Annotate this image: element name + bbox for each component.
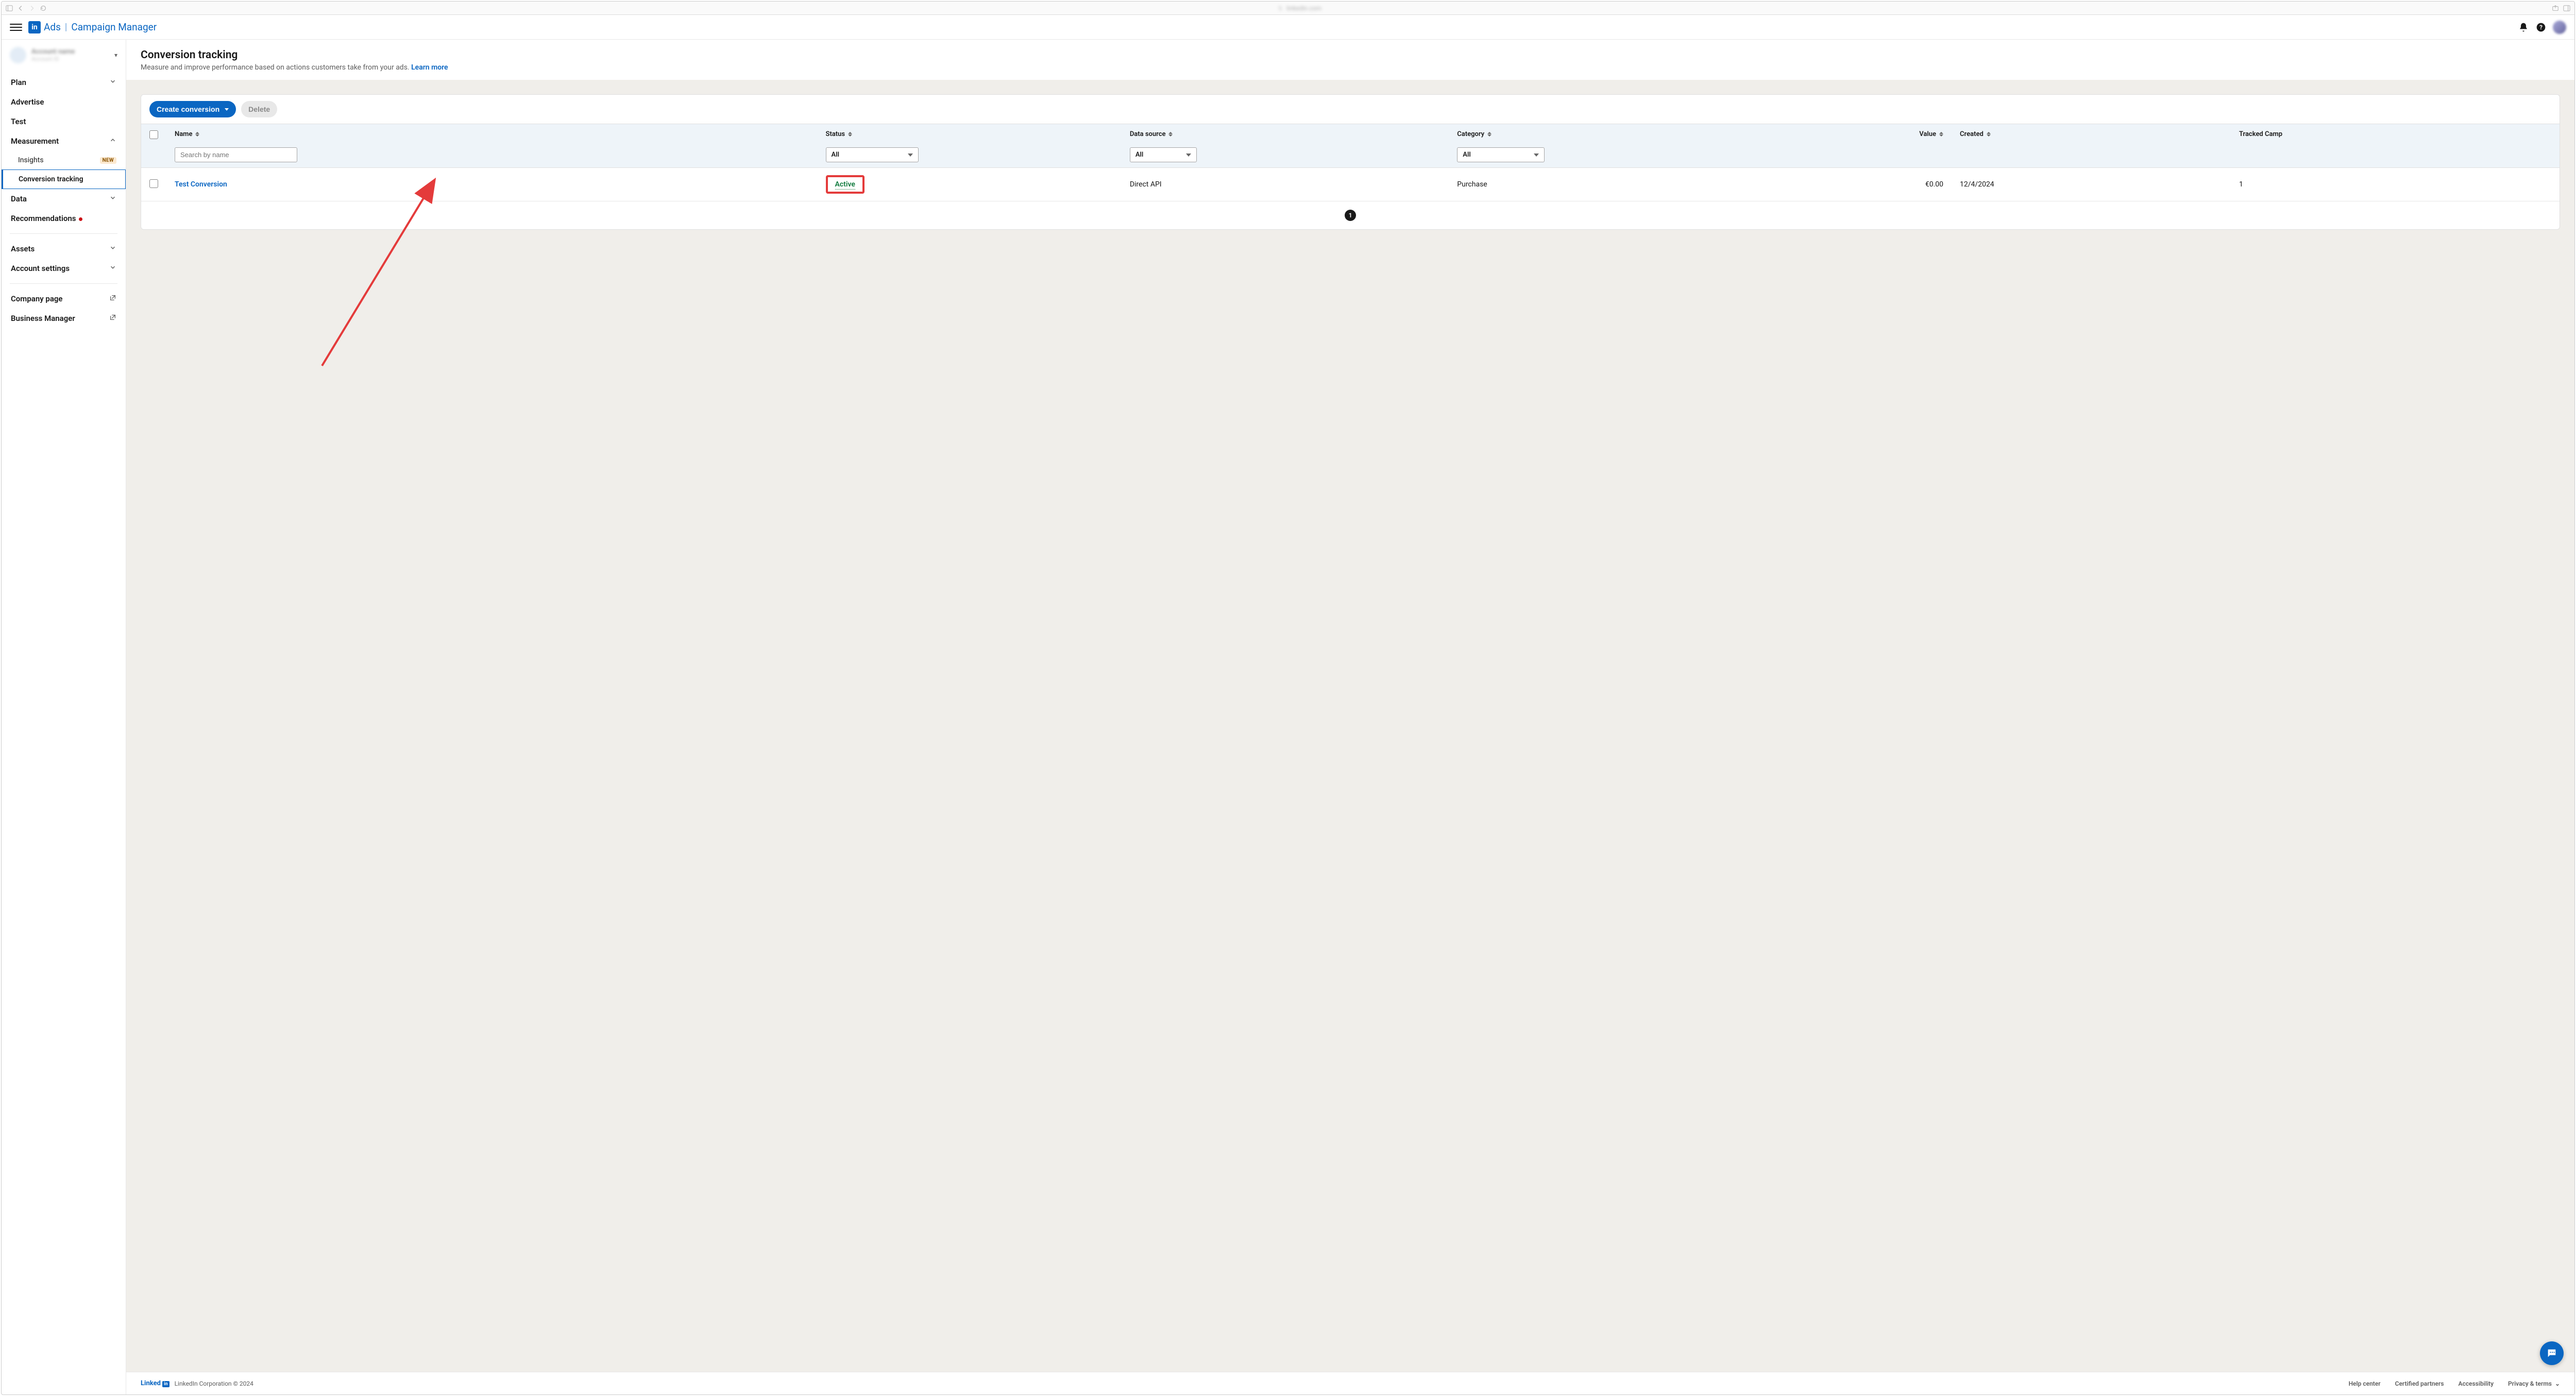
caret-down-icon — [1534, 154, 1539, 157]
value-amount: €0.00 — [1925, 180, 1943, 189]
footer-help-link[interactable]: Help center — [2349, 1380, 2381, 1387]
sidebar-item-measurement[interactable]: Measurement — [2, 131, 126, 151]
page-subtitle: Measure and improve performance based on… — [141, 63, 2560, 72]
account-switcher[interactable]: Account name Account ID ▾ — [2, 40, 126, 71]
col-created[interactable]: Created — [1960, 130, 1984, 138]
sidebar-item-plan[interactable]: Plan — [2, 73, 126, 92]
create-conversion-button[interactable]: Create conversion — [149, 101, 236, 117]
col-name[interactable]: Name — [175, 130, 192, 138]
svg-text:?: ? — [2539, 24, 2543, 31]
account-avatar — [10, 47, 26, 63]
sidebar-item-assets[interactable]: Assets — [2, 239, 126, 259]
footer-logo: Linked in — [141, 1380, 170, 1387]
back-icon[interactable] — [17, 5, 24, 12]
sidebar-item-company-page[interactable]: Company page — [2, 289, 126, 309]
profile-avatar[interactable] — [2553, 21, 2566, 34]
footer: Linked in LinkedIn Corporation © 2024 He… — [126, 1372, 2574, 1394]
share-icon[interactable] — [2552, 5, 2559, 12]
browser-toolbar: linkedin.com — [2, 2, 2574, 15]
status-filter-select[interactable]: All — [826, 147, 919, 162]
external-link-icon — [109, 294, 116, 303]
footer-partners-link[interactable]: Certified partners — [2395, 1380, 2444, 1387]
sidebar-item-insights[interactable]: Insights NEW — [2, 151, 126, 169]
table-row: Test Conversion Active Direct API Purcha… — [141, 168, 2560, 201]
search-name-input[interactable] — [175, 147, 297, 162]
sidebar: Account name Account ID ▾ Plan Advertise… — [2, 40, 126, 1394]
logo-ads: Ads — [44, 21, 61, 33]
browser-url: linkedin.com — [1277, 5, 1321, 12]
content-header: Conversion tracking Measure and improve … — [126, 40, 2574, 80]
sort-icon[interactable] — [1939, 132, 1943, 137]
app-logo[interactable]: in Ads | Campaign Manager — [28, 21, 157, 33]
chevron-down-icon — [109, 244, 116, 253]
conversions-panel: Create conversion Delete Name — [141, 94, 2560, 230]
col-status[interactable]: Status — [826, 130, 845, 138]
sidebar-toggle-icon[interactable] — [6, 5, 13, 12]
footer-accessibility-link[interactable]: Accessibility — [2459, 1380, 2494, 1387]
chevron-down-icon: ⌄ — [2555, 1380, 2560, 1387]
caret-down-icon — [225, 108, 229, 111]
sidebar-item-conversion-tracking[interactable]: Conversion tracking — [2, 169, 126, 189]
reload-icon[interactable] — [40, 5, 47, 12]
external-link-icon — [109, 314, 116, 323]
linkedin-icon: in — [28, 21, 41, 33]
sidebar-item-account-settings[interactable]: Account settings — [2, 259, 126, 278]
tracked-count: 1 — [2239, 180, 2243, 189]
conversions-table: Name Status All Data source — [141, 124, 2560, 201]
learn-more-link[interactable]: Learn more — [411, 63, 448, 72]
caret-down-icon — [908, 154, 913, 157]
col-tracked[interactable]: Tracked Camp — [2239, 130, 2282, 138]
sort-icon[interactable] — [848, 132, 852, 137]
footer-privacy-link[interactable]: Privacy & terms⌄ — [2508, 1380, 2560, 1387]
chevron-down-icon — [109, 194, 116, 203]
status-active[interactable]: Active — [835, 180, 855, 190]
status-highlight-annotation: Active — [826, 175, 865, 194]
sort-icon[interactable] — [1168, 132, 1173, 137]
chevron-down-icon — [109, 264, 116, 273]
select-all-checkbox[interactable] — [149, 130, 158, 139]
chevron-up-icon — [109, 137, 116, 146]
sort-icon[interactable] — [195, 132, 199, 137]
sidebar-item-recommendations[interactable]: Recommendations — [2, 209, 126, 228]
category-filter-select[interactable]: All — [1457, 147, 1545, 162]
panel-icon[interactable] — [2563, 5, 2570, 12]
chat-button[interactable] — [2540, 1341, 2564, 1365]
delete-button: Delete — [241, 101, 277, 117]
forward-icon[interactable] — [28, 5, 36, 12]
chevron-down-icon: ▾ — [114, 52, 117, 59]
notification-dot-icon — [79, 217, 82, 221]
sidebar-item-advertise[interactable]: Advertise — [2, 92, 126, 112]
data-source-filter-select[interactable]: All — [1130, 147, 1197, 162]
menu-toggle-button[interactable] — [10, 21, 22, 33]
help-button[interactable]: ? — [2535, 22, 2547, 33]
col-value[interactable]: Value — [1919, 130, 1936, 138]
logo-cm: Campaign Manager — [71, 21, 157, 33]
page-number[interactable]: 1 — [1345, 210, 1356, 221]
sort-icon[interactable] — [1487, 132, 1492, 137]
col-category[interactable]: Category — [1457, 130, 1484, 138]
new-badge: NEW — [100, 157, 116, 164]
app-header: in Ads | Campaign Manager ? — [2, 15, 2574, 40]
page-title: Conversion tracking — [141, 49, 2560, 61]
row-checkbox[interactable] — [149, 179, 158, 188]
sidebar-item-test[interactable]: Test — [2, 112, 126, 131]
footer-copyright: LinkedIn Corporation © 2024 — [175, 1380, 253, 1387]
created-date: 12/4/2024 — [1960, 180, 1994, 189]
caret-down-icon — [1186, 154, 1191, 157]
sort-icon[interactable] — [1987, 132, 1991, 137]
chevron-down-icon — [109, 78, 116, 87]
sidebar-item-business-manager[interactable]: Business Manager — [2, 309, 126, 328]
category-value: Purchase — [1457, 180, 1487, 189]
sidebar-item-data[interactable]: Data — [2, 189, 126, 209]
conversion-name-link[interactable]: Test Conversion — [175, 180, 227, 189]
data-source-value: Direct API — [1130, 180, 1162, 189]
col-data-source[interactable]: Data source — [1130, 130, 1166, 138]
notifications-button[interactable] — [2518, 22, 2529, 33]
